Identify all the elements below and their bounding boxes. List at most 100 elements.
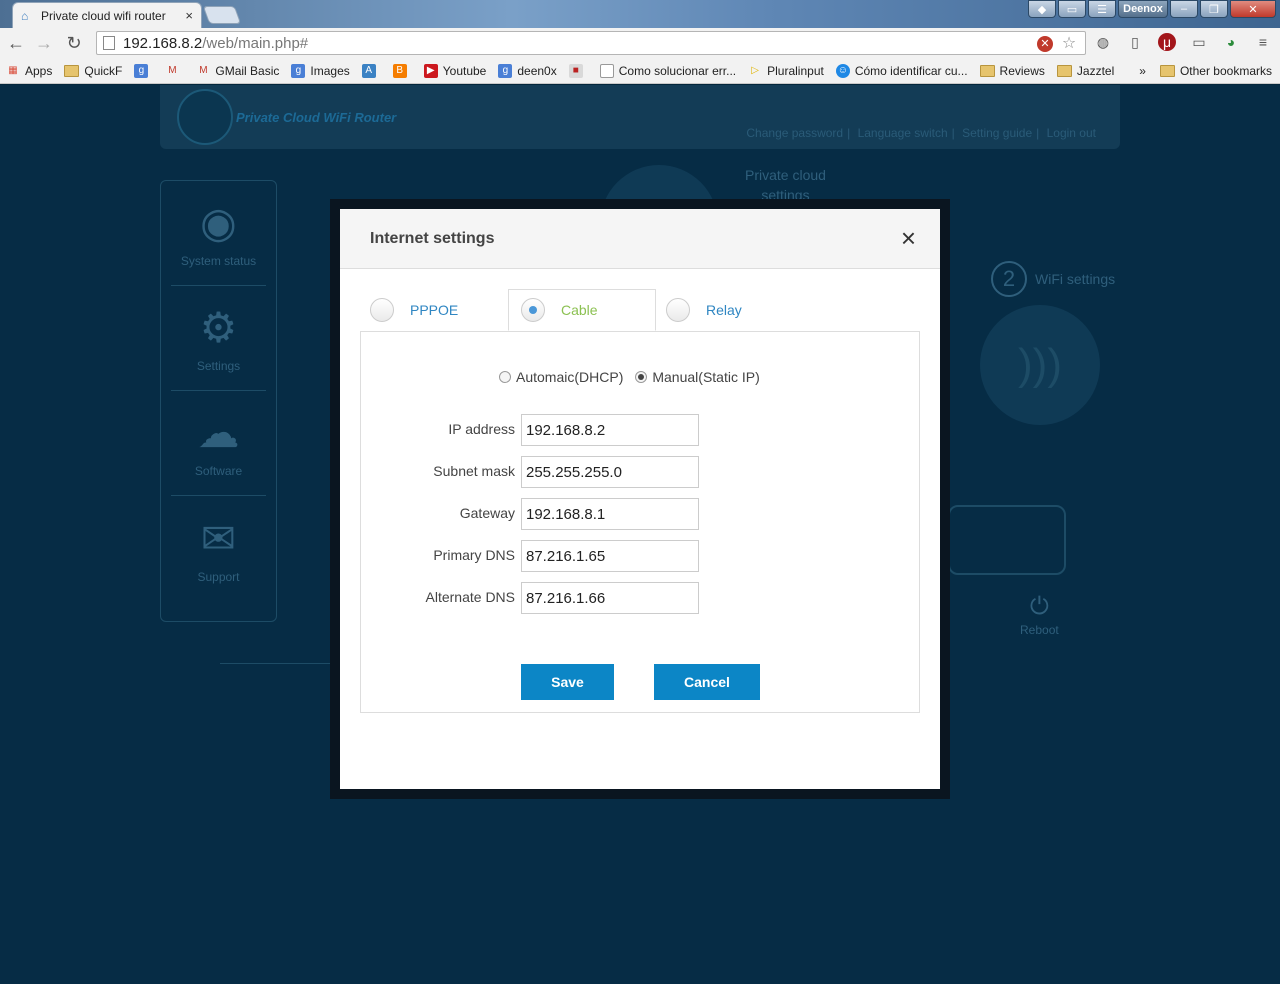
- bookmark-red[interactable]: ■: [568, 63, 588, 78]
- ip-address-input[interactable]: [521, 414, 699, 446]
- menu-icon[interactable]: ≡: [1254, 33, 1272, 51]
- sidebar-item-settings[interactable]: ⚙ Settings: [171, 286, 266, 391]
- blocked-icon[interactable]: ✕: [1037, 36, 1053, 52]
- alternate-dns-label: Alternate DNS: [425, 589, 515, 605]
- page-icon: [599, 63, 614, 78]
- bookmark-youtube[interactable]: ▶ Youtube: [423, 63, 486, 78]
- tab-relay[interactable]: Relay: [666, 289, 742, 331]
- window-extra-icon[interactable]: ◆: [1028, 0, 1056, 18]
- subnet-mask-input[interactable]: [521, 456, 699, 488]
- router-header: Private Cloud WiFi Router Change passwor…: [160, 85, 1120, 149]
- dhcp-option[interactable]: Automaic(DHCP): [499, 369, 623, 385]
- bookmark-star-icon[interactable]: ☆: [1061, 36, 1077, 52]
- tab-title: Private cloud wifi router: [41, 8, 166, 23]
- browser-tab[interactable]: ⌂ Private cloud wifi router ×: [12, 2, 202, 28]
- language-switch-link[interactable]: Language switch: [858, 126, 948, 140]
- change-password-link[interactable]: Change password: [746, 126, 843, 140]
- minimize-icon[interactable]: –: [1170, 0, 1198, 18]
- bookmark-images[interactable]: g Images: [291, 63, 350, 78]
- extensions-bar: ◍ ▯ μ ▭ ◕ ≡: [1094, 33, 1272, 51]
- person-icon: ☺: [835, 63, 850, 78]
- radio-icon: [370, 298, 394, 322]
- connection-type-tabs: PPPOE Cable Relay: [360, 289, 920, 331]
- red-square-icon: ■: [568, 63, 583, 78]
- tab-close-icon[interactable]: ×: [185, 8, 193, 23]
- cast-icon[interactable]: ▭: [1190, 33, 1208, 51]
- profile-button[interactable]: Deenox: [1118, 0, 1168, 18]
- gateway-row: Gateway: [361, 498, 921, 530]
- reload-icon[interactable]: ↻: [64, 33, 84, 53]
- sidebar-item-support[interactable]: ✉ Support: [171, 496, 266, 601]
- bookmark-pluralinput[interactable]: ▷ Pluralinput: [748, 64, 824, 78]
- globe-icon[interactable]: ◍: [1094, 33, 1112, 51]
- radio-icon[interactable]: [499, 371, 511, 383]
- wifi-icon[interactable]: ))): [980, 305, 1100, 425]
- folder-icon: [979, 64, 995, 77]
- ip-address-row: IP address: [361, 414, 921, 446]
- save-button[interactable]: Save: [521, 664, 614, 700]
- google-icon: g: [134, 63, 149, 78]
- gmail-icon: M: [168, 64, 177, 76]
- page-icon: [103, 36, 115, 50]
- play-icon: ▷: [751, 64, 759, 76]
- apps-grid-icon: ▦: [8, 64, 18, 76]
- setting-guide-link[interactable]: Setting guide: [962, 126, 1032, 140]
- bookmark-deen0x[interactable]: g deen0x: [498, 63, 557, 78]
- power-icon: ⏻: [1029, 593, 1049, 620]
- window-tile-icon[interactable]: ▭: [1058, 0, 1086, 18]
- ublock-icon[interactable]: μ: [1158, 33, 1176, 51]
- bookmark-reviews[interactable]: Reviews: [979, 64, 1045, 78]
- cloud-download-icon: ☁: [197, 409, 240, 456]
- window-list-icon[interactable]: ☰: [1088, 0, 1116, 18]
- bookmark-como-solucionar[interactable]: Como solucionar err...: [599, 63, 736, 78]
- bookmark-blogger[interactable]: B: [392, 63, 412, 78]
- bookmark-google[interactable]: g: [134, 63, 153, 78]
- back-arrow-icon[interactable]: ←: [6, 33, 26, 53]
- logo-house-icon: [177, 89, 233, 145]
- bookmarks-right: » Other bookmarks: [1139, 58, 1272, 84]
- radio-selected-icon[interactable]: [635, 371, 648, 383]
- window-controls: ◆ ▭ ☰ Deenox – ❐ ✕: [1028, 0, 1276, 18]
- folder-icon: [1159, 65, 1175, 77]
- bookmark-jazztel[interactable]: Jazztel: [1056, 64, 1114, 78]
- bookmark-translate[interactable]: A: [361, 63, 381, 78]
- cancel-button[interactable]: Cancel: [654, 664, 760, 700]
- close-icon[interactable]: ×: [901, 225, 916, 251]
- radio-icon: [666, 298, 690, 322]
- forward-arrow-icon[interactable]: →: [34, 33, 54, 53]
- browser-toolbar: ← → ↻ 192.168.8.2/web/main.php# ✕ ☆ ◍ ▯ …: [0, 28, 1280, 58]
- window-close-icon[interactable]: ✕: [1230, 0, 1276, 18]
- bookmark-gmail[interactable]: M: [165, 64, 184, 78]
- router-sidebar: ◉ System status ⚙ Settings ☁ Software ✉ …: [160, 180, 277, 622]
- blogger-icon: B: [392, 63, 407, 78]
- divider: [220, 663, 330, 664]
- url-host: 192.168.8.2: [123, 34, 203, 52]
- tab-cable[interactable]: Cable: [508, 289, 656, 331]
- bookmark-apps[interactable]: ▦ Apps: [6, 64, 52, 78]
- address-bar[interactable]: 192.168.8.2/web/main.php# ✕ ☆: [96, 31, 1086, 55]
- bookmark-quickf[interactable]: QuickF: [64, 64, 122, 78]
- sidebar-item-software[interactable]: ☁ Software: [171, 391, 266, 496]
- alternate-dns-input[interactable]: [521, 582, 699, 614]
- earth-icon[interactable]: ◕: [1222, 33, 1240, 51]
- login-out-link[interactable]: Login out: [1047, 126, 1096, 140]
- bookmarks-overflow[interactable]: »: [1139, 64, 1146, 78]
- restore-icon[interactable]: ❐: [1200, 0, 1228, 18]
- tab-pppoe[interactable]: PPPOE: [370, 289, 458, 331]
- static-ip-option[interactable]: Manual(Static IP): [635, 369, 760, 385]
- translate-icon: A: [361, 63, 376, 78]
- subnet-mask-label: Subnet mask: [433, 463, 515, 479]
- bookmark-como-identificar[interactable]: ☺ Cómo identificar cu...: [835, 63, 968, 78]
- ip-address-label: IP address: [448, 421, 515, 437]
- new-tab-button[interactable]: [202, 6, 242, 24]
- bookmark-other[interactable]: Other bookmarks: [1159, 64, 1272, 78]
- phone-extension-icon[interactable]: ▯: [1126, 33, 1144, 51]
- reboot-button[interactable]: ⏻ Reboot: [1020, 593, 1059, 638]
- wifi-settings-label[interactable]: WiFi settings: [1035, 271, 1115, 287]
- primary-dns-input[interactable]: [521, 540, 699, 572]
- bookmark-gmail-basic[interactable]: M GMail Basic: [196, 64, 279, 78]
- gateway-input[interactable]: [521, 498, 699, 530]
- wifi-step-number: 2: [991, 261, 1027, 297]
- sidebar-item-system-status[interactable]: ◉ System status: [171, 181, 266, 286]
- header-links: Change password | Language switch | Settin…: [746, 126, 1096, 140]
